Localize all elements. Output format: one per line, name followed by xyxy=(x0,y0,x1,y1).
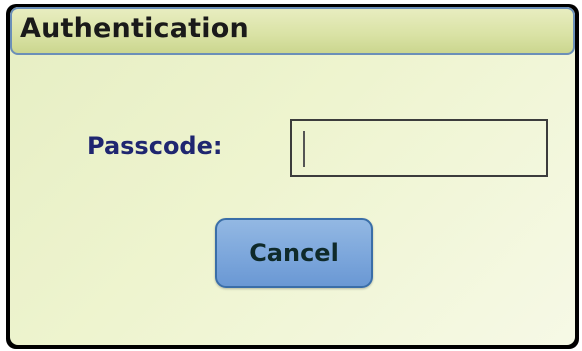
cancel-button[interactable]: Cancel xyxy=(215,218,373,288)
dialog-frame: Authentication Passcode: Cancel xyxy=(6,4,579,349)
passcode-label: Passcode: xyxy=(87,132,223,160)
text-caret xyxy=(303,131,305,167)
dialog-title: Authentication xyxy=(20,13,249,44)
passcode-input[interactable] xyxy=(290,119,548,177)
title-bar: Authentication xyxy=(10,7,575,55)
cancel-button-label: Cancel xyxy=(249,239,339,267)
authentication-dialog: Authentication Passcode: Cancel xyxy=(10,7,575,345)
